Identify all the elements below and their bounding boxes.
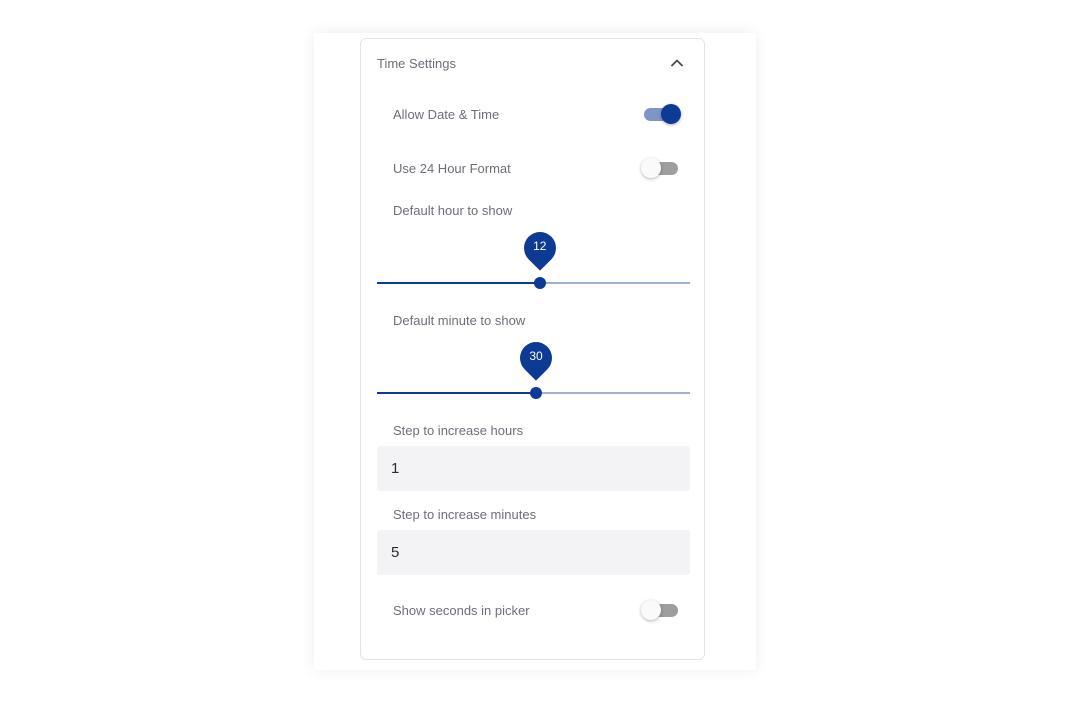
toggle-thumb [641,600,661,620]
step-hours-label: Step to increase hours [393,423,524,438]
toggle-thumb [661,104,681,124]
slider-track-filled [377,392,536,394]
default-hour-slider[interactable]: 12 [377,225,690,296]
default-hour-label: Default hour to show [393,203,513,218]
default-minute-slider[interactable]: 30 [377,335,690,406]
show-seconds-label: Show seconds in picker [393,603,530,618]
show-seconds-toggle[interactable] [641,599,681,621]
time-settings-card: Time Settings Allow Date & Time Use 24 H… [360,38,705,660]
slider-value-label: 12 [533,239,547,253]
step-minutes-label: Step to increase minutes [393,507,537,522]
allow-date-time-toggle[interactable] [641,103,681,125]
slider-value-label: 30 [529,349,543,363]
slider-thumb[interactable] [530,387,542,399]
chevron-up-icon[interactable] [669,55,685,71]
step-hours-input[interactable]: 1 [377,446,690,491]
default-minute-label: Default minute to show [393,313,526,328]
step-minutes-input[interactable]: 5 [377,530,690,575]
use-24-hour-toggle[interactable] [641,157,681,179]
slider-track-filled [377,282,540,284]
allow-date-time-label: Allow Date & Time [393,107,500,122]
use-24-hour-label: Use 24 Hour Format [393,161,511,176]
panel-title: Time Settings [377,56,456,71]
slider-thumb[interactable] [533,277,546,289]
toggle-thumb [641,158,661,178]
